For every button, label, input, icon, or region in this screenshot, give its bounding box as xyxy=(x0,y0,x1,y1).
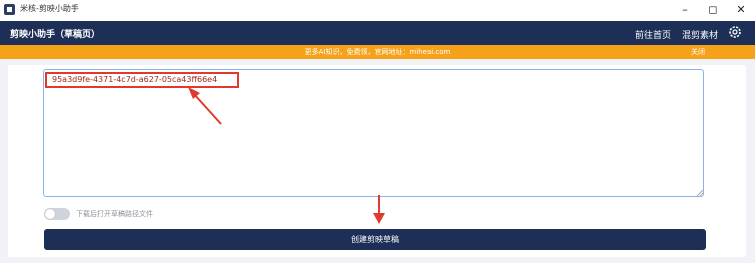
minimize-icon[interactable]: – xyxy=(671,0,699,20)
notice-close-button[interactable]: 关闭 xyxy=(691,47,705,57)
gear-icon[interactable] xyxy=(727,24,743,40)
nav-home-link[interactable]: 前往首页 xyxy=(635,28,671,41)
app-header: 剪映小助手（草稿页） 前往首页 混剪素材 xyxy=(0,21,755,45)
page-title: 剪映小助手（草稿页） xyxy=(10,30,101,40)
window-title: 米核-剪映小助手 xyxy=(20,4,79,13)
create-draft-button[interactable]: 创建剪映草稿 xyxy=(44,229,706,250)
window-titlebar: 米核-剪映小助手 – ◻ ✕ xyxy=(0,0,755,20)
resize-handle-icon[interactable] xyxy=(697,190,703,196)
toggle-knob xyxy=(45,209,55,219)
open-path-toggle[interactable] xyxy=(44,208,70,220)
app-logo-icon xyxy=(4,4,15,15)
notice-text: 更多AI知识，免费领，官网地址：miheai.com xyxy=(304,48,451,56)
close-icon[interactable]: ✕ xyxy=(727,0,755,20)
notice-banner: 更多AI知识，免费领，官网地址：miheai.com 关闭 xyxy=(0,45,755,59)
nav-materials-link[interactable]: 混剪素材 xyxy=(682,28,718,41)
highlight-box xyxy=(45,72,239,88)
draft-id-textarea[interactable] xyxy=(43,69,704,197)
open-path-toggle-label: 下载后打开草稿路径文件 xyxy=(76,210,153,218)
maximize-icon[interactable]: ◻ xyxy=(699,0,727,20)
